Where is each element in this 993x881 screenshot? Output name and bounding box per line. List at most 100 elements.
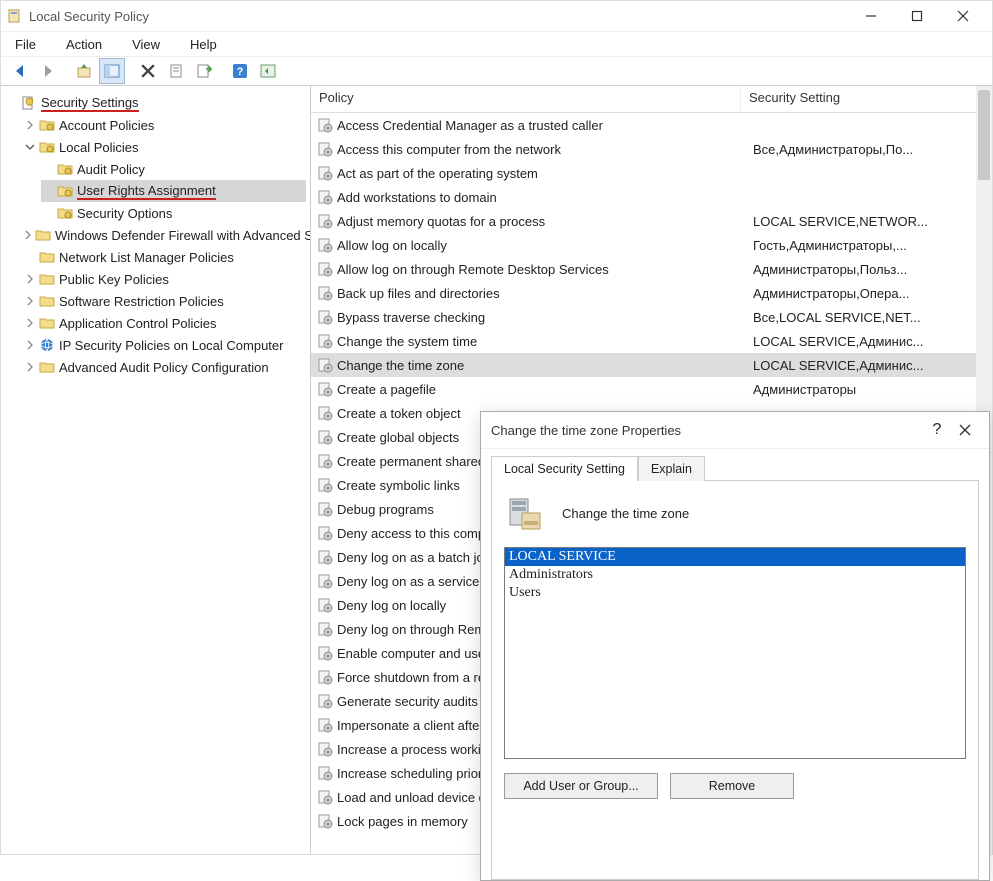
policy-item-icon [317,117,333,133]
users-list-option[interactable]: LOCAL SERVICE [505,548,965,566]
tree-item-label: Security Options [77,206,172,221]
list-header: Policy Security Setting [311,86,992,113]
chevron-right-icon[interactable] [23,228,33,242]
users-listbox[interactable]: LOCAL SERVICEAdministratorsUsers [504,547,966,759]
svg-text:?: ? [237,66,244,78]
tree-item-label: Software Restriction Policies [59,294,224,309]
tree-item[interactable]: Account Policies [23,114,306,136]
chevron-right-icon[interactable] [23,272,37,286]
tree-item[interactable]: Application Control Policies [23,312,306,334]
policy-name: Bypass traverse checking [337,310,745,325]
tree-item-label: Network List Manager Policies [59,250,234,265]
scrollbar-thumb[interactable] [978,90,990,180]
list-row[interactable]: Access this computer from the networkВсе… [311,137,992,161]
tree-item[interactable]: Security Settings [5,92,306,114]
maximize-button[interactable] [894,1,940,31]
title-bar: Local Security Policy [1,1,992,32]
list-row[interactable]: Add workstations to domain [311,185,992,209]
tree-item[interactable]: Local Policies [23,136,306,158]
list-row[interactable]: Change the system timeLOCAL SERVICE,Адми… [311,329,992,353]
tab-local-security-setting[interactable]: Local Security Setting [491,456,638,481]
tree-item[interactable]: User Rights Assignment [41,180,306,202]
export-button[interactable] [191,58,217,84]
policy-item-icon [317,669,333,685]
dialog-header: Change the time zone Properties ? [481,412,989,449]
list-row[interactable]: Adjust memory quotas for a processLOCAL … [311,209,992,233]
remove-button[interactable]: Remove [670,773,794,799]
folder-icon [39,359,55,375]
tree-item[interactable]: Advanced Audit Policy Configuration [23,356,306,378]
folder-icon [39,315,55,331]
close-button[interactable] [940,1,986,31]
list-row[interactable]: Act as part of the operating system [311,161,992,185]
policy-name: Change the time zone [337,358,745,373]
tree-item-label: IP Security Policies on Local Computer [59,338,283,353]
chevron-right-icon[interactable] [23,118,37,132]
back-button[interactable] [7,58,33,84]
tab-explain[interactable]: Explain [638,456,705,481]
column-security-setting[interactable]: Security Setting [741,86,992,112]
up-button[interactable] [71,58,97,84]
forward-button[interactable] [35,58,61,84]
refresh-button[interactable] [255,58,281,84]
policy-name: Access this computer from the network [337,142,745,157]
list-row[interactable]: Access Credential Manager as a trusted c… [311,113,992,137]
list-row[interactable]: Allow log on locallyГость,Администраторы… [311,233,992,257]
tree-item[interactable]: Windows Defender Firewall with Advanced … [23,224,306,246]
minimize-button[interactable] [848,1,894,31]
list-row[interactable]: Create a pagefileАдминистраторы [311,377,992,401]
list-row[interactable]: Back up files and directoriesАдминистрат… [311,281,992,305]
policy-name: Act as part of the operating system [337,166,745,181]
list-row[interactable]: Allow log on through Remote Desktop Serv… [311,257,992,281]
policy-item-icon [317,213,333,229]
list-row[interactable]: Change the time zoneLOCAL SERVICE,Админи… [311,353,992,377]
menu-file[interactable]: File [11,35,40,54]
users-list-option[interactable]: Administrators [505,566,965,584]
chevron-right-icon[interactable] [23,294,37,308]
dialog-help-button[interactable]: ? [923,416,951,444]
policy-item-icon [317,813,333,829]
security-setting-value: Администраторы,Польз... [745,262,992,277]
security-setting-value: Администраторы,Опера... [745,286,992,301]
chevron-right-icon[interactable] [23,316,37,330]
users-list-option[interactable]: Users [505,584,965,602]
delete-button[interactable] [135,58,161,84]
policy-item-icon [317,765,333,781]
security-setting-value: Все,Администраторы,По... [745,142,992,157]
dialog-close-button[interactable] [951,416,979,444]
tree-item[interactable]: Software Restriction Policies [23,290,306,312]
menu-action[interactable]: Action [62,35,106,54]
dialog-tab-panel: Change the time zone LOCAL SERVICEAdmini… [491,480,979,880]
policy-item-icon [317,741,333,757]
properties-button[interactable] [163,58,189,84]
tree-item[interactable]: Public Key Policies [23,268,306,290]
list-row[interactable]: Bypass traverse checkingВсе,LOCAL SERVIC… [311,305,992,329]
policy-name: Back up files and directories [337,286,745,301]
chevron-right-icon[interactable] [23,338,37,352]
add-user-or-group-button[interactable]: Add User or Group... [504,773,658,799]
tree-item[interactable]: Security Options [41,202,306,224]
chevron-right-icon[interactable] [23,360,37,374]
column-policy[interactable]: Policy [311,86,741,112]
menu-help[interactable]: Help [186,35,221,54]
folder-policy-icon [39,117,55,133]
security-setting-value: Гость,Администраторы,... [745,238,992,253]
policy-item-icon [317,621,333,637]
tree-item[interactable]: Network List Manager Policies [23,246,306,268]
chevron-down-icon[interactable] [23,140,37,154]
show-hide-tree-button[interactable] [99,58,125,84]
folder-policy-icon [57,205,73,221]
dialog-policy-name: Change the time zone [562,506,689,521]
policy-item-icon [317,165,333,181]
policy-name: Adjust memory quotas for a process [337,214,745,229]
policy-item-icon [317,261,333,277]
tree-item[interactable]: Audit Policy [41,158,306,180]
help-button[interactable]: ? [227,58,253,84]
menu-view[interactable]: View [128,35,164,54]
policy-item-icon [317,357,333,373]
properties-dialog: Change the time zone Properties ? Local … [480,411,990,881]
tree-item-label: Local Policies [59,140,139,155]
policy-item-icon [317,237,333,253]
tree-pane[interactable]: Security SettingsAccount Policies Local P… [1,86,311,854]
tree-item[interactable]: IP Security Policies on Local Computer [23,334,306,356]
